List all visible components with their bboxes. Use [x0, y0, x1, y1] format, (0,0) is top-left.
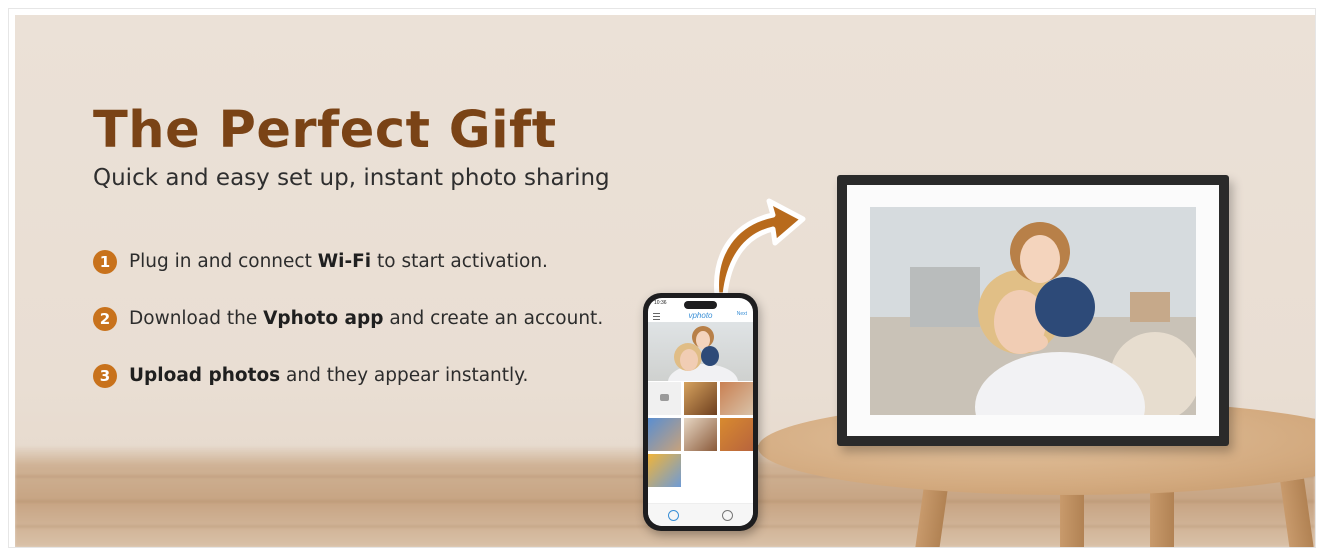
step-text-after: and create an account. [383, 308, 604, 329]
grid-photo[interactable] [720, 382, 753, 415]
frame-tab-icon[interactable] [722, 510, 733, 521]
grid-photo[interactable] [684, 382, 717, 415]
header-link[interactable]: Next [737, 311, 747, 317]
step-2: 2 Download the Vphoto app and create an … [93, 305, 603, 332]
digital-photo-frame [837, 175, 1229, 446]
phone-notch [684, 301, 717, 309]
step-number-badge: 3 [93, 363, 117, 388]
family-photo [870, 207, 1196, 415]
step-3: 3 Upload photos and they appear instantl… [93, 362, 603, 389]
photos-tab-icon[interactable] [668, 510, 679, 521]
phone-screen: 10:36 vphoto Next [648, 298, 753, 526]
step-text-before: Download the [129, 308, 264, 329]
tab-bar [648, 503, 753, 526]
grid-photo[interactable] [720, 418, 753, 451]
setup-steps: 1 Plug in and connect Wi-Fi to start act… [93, 248, 603, 419]
banner-subtitle: Quick and easy set up, instant photo sha… [93, 165, 610, 191]
camera-icon [660, 394, 669, 401]
step-text-after: to start activation. [371, 251, 548, 272]
step-text-before: Plug in and connect [129, 251, 318, 272]
promo-banner: The Perfect Gift Quick and easy set up, … [15, 15, 1315, 547]
step-text-bold: Vphoto app [263, 308, 384, 329]
grid-photo[interactable] [684, 418, 717, 451]
add-photo-cell[interactable] [648, 382, 681, 415]
step-number-badge: 2 [93, 306, 117, 331]
step-text-bold: Wi-Fi [317, 251, 372, 272]
step-1: 1 Plug in and connect Wi-Fi to start act… [93, 248, 603, 275]
curved-arrow-icon [714, 198, 806, 298]
step-text-after: and they appear instantly. [280, 365, 529, 386]
step-text-bold: Upload photos [129, 365, 281, 386]
hero-photo [648, 322, 753, 381]
smartphone: 10:36 vphoto Next [643, 293, 758, 531]
step-number-badge: 1 [93, 249, 117, 274]
grid-photo[interactable] [648, 454, 681, 487]
phone-time: 10:36 [654, 300, 667, 306]
banner-title: The Perfect Gift [93, 101, 557, 160]
frame-mat [847, 185, 1219, 436]
grid-photo[interactable] [648, 418, 681, 451]
table-leg [1150, 485, 1174, 547]
